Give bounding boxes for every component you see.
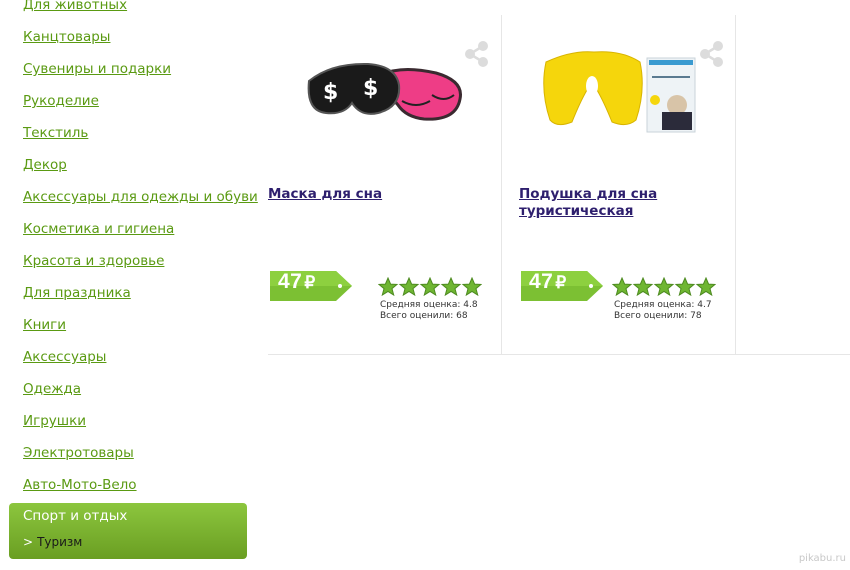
active-category-block: Спорт и отдых > Туризм bbox=[9, 503, 247, 559]
active-category-label[interactable]: Спорт и отдых bbox=[23, 508, 127, 524]
category-link-clothes[interactable]: Одежда bbox=[23, 378, 81, 400]
sleep-mask-image[interactable]: $ $ bbox=[306, 55, 466, 130]
share-icon[interactable] bbox=[699, 40, 725, 68]
category-sidebar: Для животных Канцтовары Сувениры и подар… bbox=[0, 0, 258, 570]
product-title-link[interactable]: Подушка для сна туристическая bbox=[519, 186, 719, 220]
product-card: $ $ Маска для сна 47 ₽ Средняя оценка: 4.… bbox=[268, 15, 501, 355]
category-link-electronics[interactable]: Электротовары bbox=[23, 442, 134, 464]
category-link-cosmetics[interactable]: Косметика и гигиена bbox=[23, 218, 174, 240]
category-link-clothing-accessories[interactable]: Аксессуары для одежды и обуви bbox=[23, 186, 258, 208]
watermark: pikabu.ru bbox=[798, 553, 846, 564]
svg-text:$: $ bbox=[323, 80, 338, 105]
category-link-textile[interactable]: Текстиль bbox=[23, 122, 88, 144]
product-title-link[interactable]: Маска для сна bbox=[268, 186, 468, 203]
category-link-holiday[interactable]: Для праздника bbox=[23, 282, 131, 304]
price-value: 47 ₽ bbox=[278, 270, 316, 293]
category-link-decor[interactable]: Декор bbox=[23, 154, 67, 176]
share-icon[interactable] bbox=[464, 40, 490, 68]
category-link-auto-moto[interactable]: Авто-Мото-Вело bbox=[23, 474, 137, 496]
subcategory-arrow: > bbox=[23, 535, 34, 549]
category-link-toys[interactable]: Игрушки bbox=[23, 410, 86, 432]
average-rating: Средняя оценка: 4.8 bbox=[380, 300, 478, 310]
subcategory-item-tourism[interactable]: > Туризм bbox=[23, 535, 82, 549]
category-link-books[interactable]: Книги bbox=[23, 314, 66, 336]
category-link-needlework[interactable]: Рукоделие bbox=[23, 90, 99, 112]
category-link-pets[interactable]: Для животных bbox=[23, 0, 127, 16]
travel-pillow-image[interactable] bbox=[542, 50, 702, 135]
product-card: Подушка для сна туристическая 47 ₽ Средня… bbox=[502, 15, 735, 355]
category-link-beauty-health[interactable]: Красота и здоровье bbox=[23, 250, 164, 272]
subcategory-label: Туризм bbox=[37, 535, 83, 549]
svg-text:$: $ bbox=[363, 76, 378, 101]
category-link-accessories[interactable]: Аксессуары bbox=[23, 346, 106, 368]
price-value: 47 ₽ bbox=[529, 270, 567, 293]
rating-count: Всего оценили: 78 bbox=[614, 311, 702, 321]
rating-count: Всего оценили: 68 bbox=[380, 311, 468, 321]
rating-stars bbox=[378, 277, 482, 297]
card-divider bbox=[735, 15, 736, 355]
category-link-souvenirs[interactable]: Сувениры и подарки bbox=[23, 58, 171, 80]
rating-stars bbox=[612, 277, 716, 297]
average-rating: Средняя оценка: 4.7 bbox=[614, 300, 712, 310]
category-link-stationery[interactable]: Канцтовары bbox=[23, 26, 110, 48]
